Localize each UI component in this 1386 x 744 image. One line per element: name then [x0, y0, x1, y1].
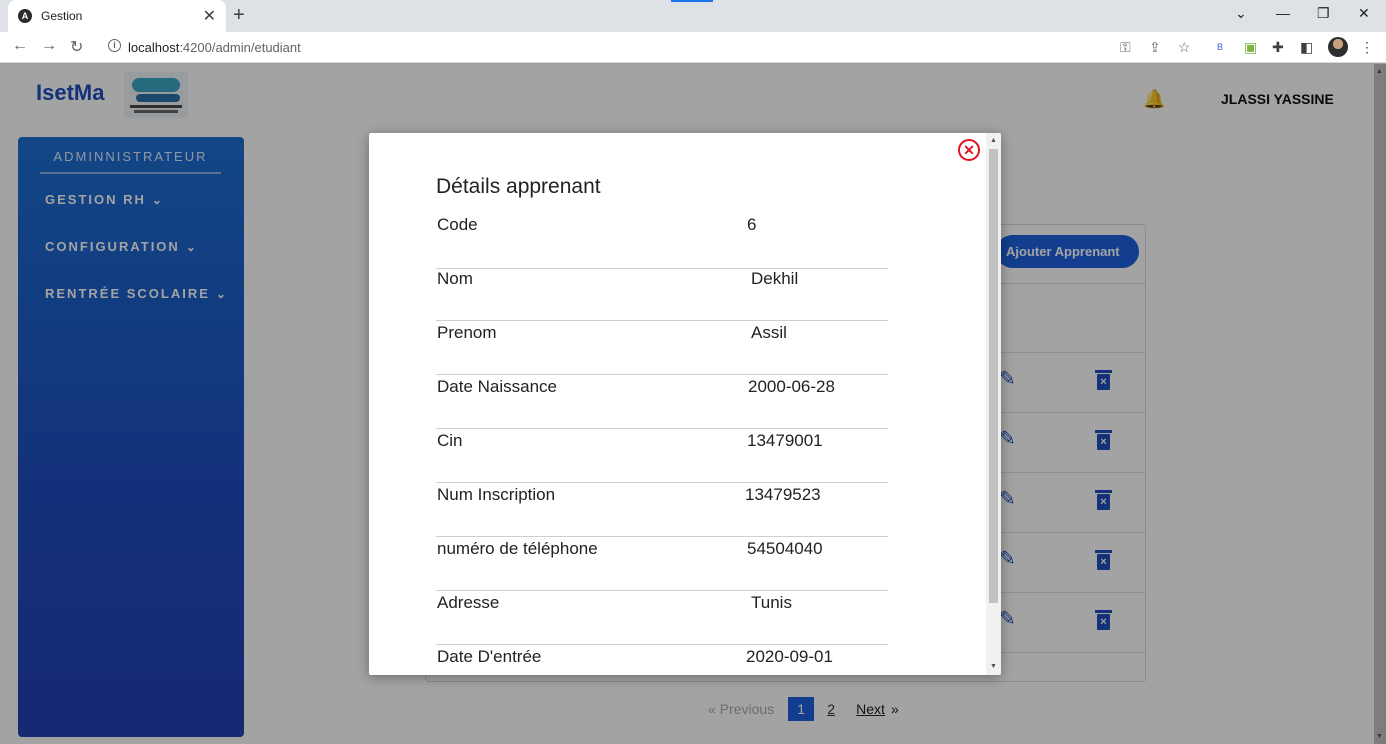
detail-value: 54504040: [747, 539, 823, 558]
detail-label: Nom: [437, 269, 473, 288]
window-close-icon[interactable]: ✕: [1358, 5, 1370, 22]
detail-value: 13479523: [745, 485, 821, 504]
modal-scroll-thumb[interactable]: [989, 149, 998, 603]
restore-icon[interactable]: ❐: [1317, 5, 1330, 22]
detail-label: Num Inscription: [437, 485, 556, 504]
share-icon[interactable]: ⇪: [1149, 39, 1161, 56]
detail-label: numéro de téléphone: [437, 539, 598, 558]
url-text: localhost:4200/admin/etudiant: [128, 40, 301, 55]
address-bar[interactable]: i localhost:4200/admin/etudiant: [98, 35, 1198, 60]
key-icon[interactable]: ⚿: [1120, 39, 1131, 56]
reload-icon[interactable]: ↻: [70, 37, 83, 57]
back-icon[interactable]: ←: [12, 37, 28, 55]
extensions-puzzle-icon[interactable]: ✚: [1272, 39, 1284, 56]
detail-value: Assil: [751, 323, 787, 342]
angular-favicon-icon: A: [18, 9, 32, 23]
detail-value: 6: [747, 215, 757, 234]
details-modal: ✕ Détails apprenant Code 6 Nom Dekhil Pr…: [369, 133, 1001, 675]
forward-icon[interactable]: →: [41, 37, 57, 55]
tab-search-icon[interactable]: ⌄: [1235, 5, 1247, 22]
detail-label: Date D'entrée: [437, 647, 542, 666]
detail-label: Code: [437, 215, 478, 234]
scroll-down-arrow-icon[interactable]: ▼: [990, 663, 997, 670]
tab-title: Gestion: [41, 9, 83, 23]
detail-row-date-naissance: Date Naissance 2000-06-28: [436, 375, 888, 429]
browser-tab[interactable]: A Gestion ✕: [8, 0, 226, 32]
modal-scrollbar[interactable]: ▲ ▼: [986, 133, 1001, 675]
detail-row-nom: Nom Dekhil: [436, 267, 888, 321]
browser-toolbar: ← → ↻ i localhost:4200/admin/etudiant ⚿ …: [0, 32, 1386, 63]
bookmark-star-icon[interactable]: ☆: [1178, 39, 1191, 56]
modal-title: Détails apprenant: [436, 175, 601, 198]
browser-tab-bar: A Gestion ✕ + ⌄ — ❐ ✕: [0, 0, 1386, 32]
detail-row-num-inscription: Num Inscription 13479523: [436, 483, 888, 537]
new-tab-icon[interactable]: +: [233, 4, 245, 27]
tab-indicator: [671, 0, 713, 2]
detail-label: Adresse: [437, 593, 500, 612]
detail-value: 13479001: [747, 431, 823, 450]
menu-kebab-icon[interactable]: ⋮: [1360, 39, 1374, 56]
detail-row-telephone: numéro de téléphone 54504040: [436, 537, 888, 591]
detail-value: 2000-06-28: [748, 377, 835, 396]
detail-row-adresse: Adresse Tunis: [436, 591, 888, 645]
site-info-icon[interactable]: i: [108, 39, 121, 52]
url-path: :4200/admin/etudiant: [179, 40, 301, 55]
tab-close-icon[interactable]: ✕: [203, 6, 216, 26]
detail-row-code: Code 6: [436, 215, 888, 269]
detail-value: Tunis: [751, 593, 792, 612]
extension-b-icon[interactable]: B: [1217, 42, 1223, 52]
profile-avatar[interactable]: [1328, 37, 1348, 57]
detail-value: 2020-09-01: [746, 647, 833, 666]
extension-green-icon[interactable]: ▣: [1244, 39, 1257, 56]
close-circle-icon[interactable]: ✕: [958, 139, 980, 161]
side-panel-icon[interactable]: ◧: [1300, 39, 1313, 56]
minimize-icon[interactable]: —: [1276, 5, 1290, 21]
detail-row-prenom: Prenom Assil: [436, 321, 888, 375]
url-host: localhost: [128, 40, 180, 55]
detail-value: Dekhil: [751, 269, 799, 288]
detail-label: Prenom: [437, 323, 497, 342]
scroll-up-arrow-icon[interactable]: ▲: [990, 137, 997, 144]
detail-row-date-entree: Date D'entrée 2020-09-01: [436, 645, 888, 675]
detail-label: Date Naissance: [437, 377, 558, 396]
detail-row-cin: Cin 13479001: [436, 429, 888, 483]
detail-label: Cin: [437, 431, 463, 450]
